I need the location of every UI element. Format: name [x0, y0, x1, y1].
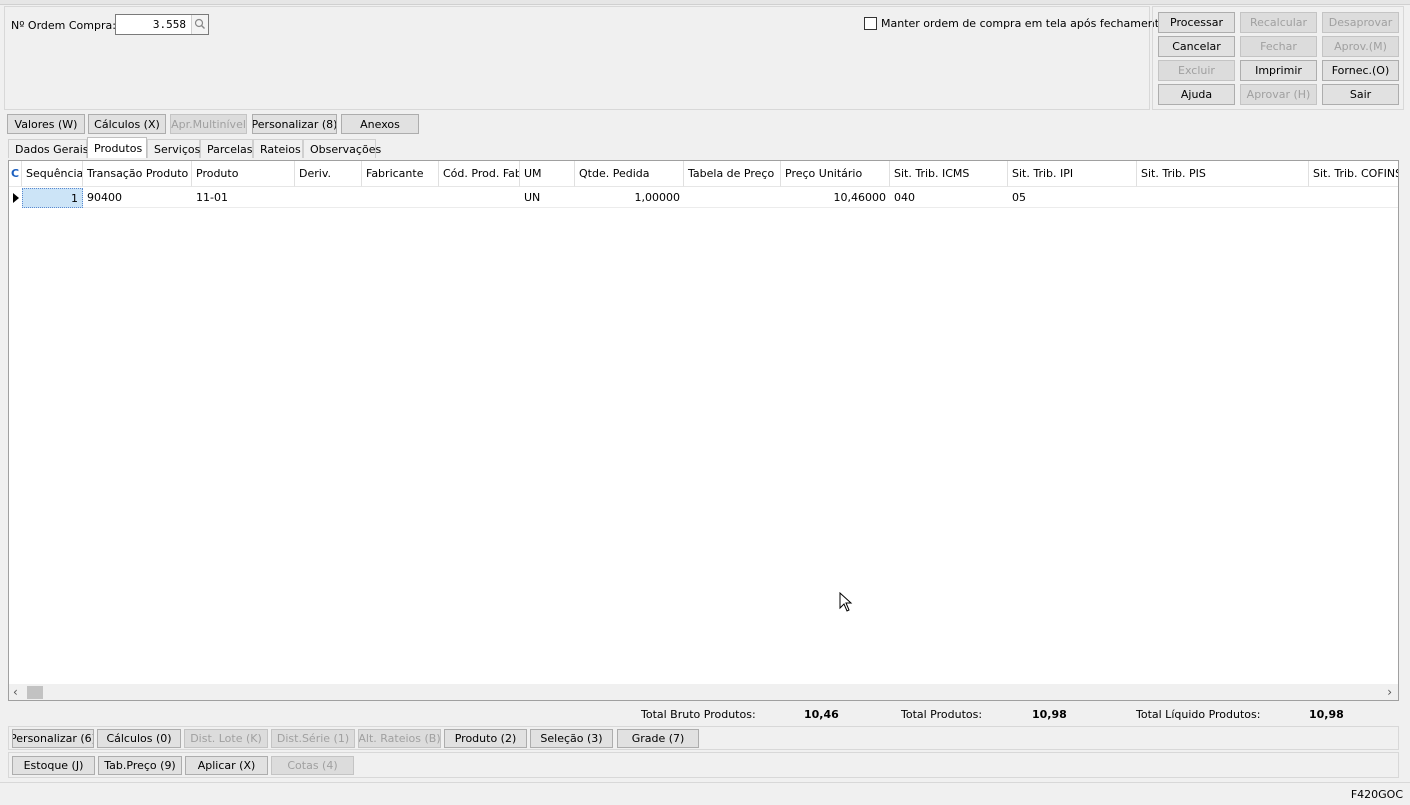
- bottom-estoque-j-button[interactable]: Estoque (J): [12, 756, 95, 775]
- total-bruto-label: Total Bruto Produtos:: [641, 708, 756, 721]
- bottom-produto-2-button[interactable]: Produto (2): [444, 729, 527, 748]
- tab-produtos[interactable]: Produtos: [87, 137, 147, 158]
- cell-cod-prod-fab[interactable]: [439, 188, 520, 208]
- ordem-compra-label: Nº Ordem Compra:: [11, 19, 116, 32]
- toolbar-valores-w-button[interactable]: Valores (W): [7, 114, 85, 134]
- cell-preco-unitario[interactable]: 10,46000: [781, 188, 890, 208]
- cell-deriv[interactable]: [295, 188, 362, 208]
- cell-tabela-de-preco[interactable]: [684, 188, 781, 208]
- manter-label: Manter ordem de compra em tela após fech…: [881, 17, 1166, 30]
- excluir-button[interactable]: Excluir: [1158, 60, 1235, 81]
- tab-parcelas[interactable]: Parcelas: [200, 139, 253, 158]
- tab-rateios[interactable]: Rateios: [253, 139, 303, 158]
- total-produtos-label: Total Produtos:: [901, 708, 983, 721]
- grid-corner[interactable]: C: [9, 161, 22, 187]
- column-header-sequencia[interactable]: Sequência: [22, 161, 83, 187]
- cell-qtde-pedida[interactable]: 1,00000: [575, 188, 684, 208]
- cancelar-button[interactable]: Cancelar: [1158, 36, 1235, 57]
- column-header-produto[interactable]: Produto: [192, 161, 295, 187]
- ordem-compra-value: 3.558: [152, 18, 186, 31]
- column-header-fabricante[interactable]: Fabricante: [362, 161, 439, 187]
- ordem-compra-field[interactable]: 3.558: [115, 14, 209, 35]
- column-header-tabela-de-preco[interactable]: Tabela de Preço: [684, 161, 781, 187]
- column-header-sit-trib-icms[interactable]: Sit. Trib. ICMS: [890, 161, 1008, 187]
- fechar-button[interactable]: Fechar: [1240, 36, 1317, 57]
- cell-sit-trib-cofins[interactable]: [1309, 188, 1398, 208]
- tab-servicos[interactable]: Serviços: [147, 139, 200, 158]
- bottom-cotas-4-button[interactable]: Cotas (4): [271, 756, 354, 775]
- toolbar-anexos-button[interactable]: Anexos: [341, 114, 419, 134]
- cell-transacao-produto[interactable]: 90400: [83, 188, 192, 208]
- cell-sit-trib-pis[interactable]: [1137, 188, 1309, 208]
- column-header-um[interactable]: UM: [520, 161, 575, 187]
- bottom-dist-serie-1-button[interactable]: Dist.Série (1): [271, 729, 355, 748]
- bottom-selecao-3-button[interactable]: Seleção (3): [530, 729, 613, 748]
- tab-dados-gerais[interactable]: Dados Gerais: [8, 139, 89, 158]
- column-header-deriv[interactable]: Deriv.: [295, 161, 362, 187]
- search-icon: [194, 18, 205, 29]
- manter-checkbox[interactable]: [864, 17, 877, 30]
- column-header-transacao-produto[interactable]: Transação Produto: [83, 161, 192, 187]
- total-produtos-value: 10,98: [1032, 708, 1067, 721]
- row-pointer-icon: [12, 193, 19, 203]
- column-header-cod-prod-fab[interactable]: Cód. Prod. Fab: [439, 161, 520, 187]
- cell-um[interactable]: UN: [520, 188, 575, 208]
- sair-button[interactable]: Sair: [1322, 84, 1399, 105]
- ajuda-button[interactable]: Ajuda: [1158, 84, 1235, 105]
- column-header-preco-unitario[interactable]: Preço Unitário: [781, 161, 890, 187]
- total-liquido-label: Total Líquido Produtos:: [1136, 708, 1261, 721]
- scroll-thumb[interactable]: [27, 686, 43, 699]
- fornec-o-button[interactable]: Fornec.(O): [1322, 60, 1399, 81]
- row-indicator: [9, 188, 22, 208]
- bottom-aplicar-x-button[interactable]: Aplicar (X): [185, 756, 268, 775]
- imprimir-button[interactable]: Imprimir: [1240, 60, 1317, 81]
- desaprovar-button[interactable]: Desaprovar: [1322, 12, 1399, 33]
- horizontal-scrollbar[interactable]: ‹ ›: [9, 684, 1398, 700]
- mouse-cursor-icon: [839, 592, 853, 612]
- bottom-tab-preco-9-button[interactable]: Tab.Preço (9): [98, 756, 182, 775]
- products-grid[interactable]: C Sequência Transação Produto Produto Deriv…: [8, 160, 1399, 701]
- bottom-personalizar-6-button[interactable]: Personalizar (6): [12, 729, 94, 748]
- bottom-calculos-0-button[interactable]: Cálculos (0): [97, 729, 181, 748]
- cell-produto[interactable]: 11-01: [192, 188, 295, 208]
- lookup-button[interactable]: [191, 15, 208, 34]
- screen-code: F420GOC: [1350, 788, 1403, 801]
- cell-sit-trib-ipi[interactable]: 05: [1008, 188, 1137, 208]
- bottom-alt-rateios-b-button[interactable]: Alt. Rateios (B): [358, 729, 441, 748]
- toolbar-apr-multinivel-button[interactable]: Apr.Multinível: [170, 114, 247, 134]
- top-border: [0, 0, 1410, 5]
- scroll-right-icon[interactable]: ›: [1387, 685, 1392, 699]
- aprovar-h-button[interactable]: Aprovar (H): [1240, 84, 1317, 105]
- scroll-left-icon[interactable]: ‹: [13, 685, 18, 699]
- tab-observacoes[interactable]: Observações: [303, 139, 381, 158]
- manter-checkbox-row[interactable]: Manter ordem de compra em tela após fech…: [864, 17, 1166, 30]
- column-header-sit-trib-ipi[interactable]: Sit. Trib. IPI: [1008, 161, 1137, 187]
- total-liquido-value: 10,98: [1309, 708, 1344, 721]
- total-bruto-value: 10,46: [804, 708, 839, 721]
- bottom-grade-7-button[interactable]: Grade (7): [617, 729, 699, 748]
- column-header-qtde-pedida[interactable]: Qtde. Pedida: [575, 161, 684, 187]
- toolbar-calculos-x-button[interactable]: Cálculos (X): [88, 114, 166, 134]
- processar-button[interactable]: Processar: [1158, 12, 1235, 33]
- recalcular-button[interactable]: Recalcular: [1240, 12, 1317, 33]
- toolbar-personalizar-8-button[interactable]: Personalizar (8): [252, 114, 337, 134]
- cell-sit-trib-icms[interactable]: 040: [890, 188, 1008, 208]
- status-bar: F420GOC: [0, 782, 1410, 805]
- aprov-m-button[interactable]: Aprov.(M): [1322, 36, 1399, 57]
- column-header-sit-trib-cofins[interactable]: Sit. Trib. COFINS: [1309, 161, 1398, 187]
- cell-sequencia[interactable]: 1: [22, 188, 83, 208]
- cell-fabricante[interactable]: [362, 188, 439, 208]
- column-header-sit-trib-pis[interactable]: Sit. Trib. PIS: [1137, 161, 1309, 187]
- bottom-dist-lote-k-button[interactable]: Dist. Lote (K): [184, 729, 268, 748]
